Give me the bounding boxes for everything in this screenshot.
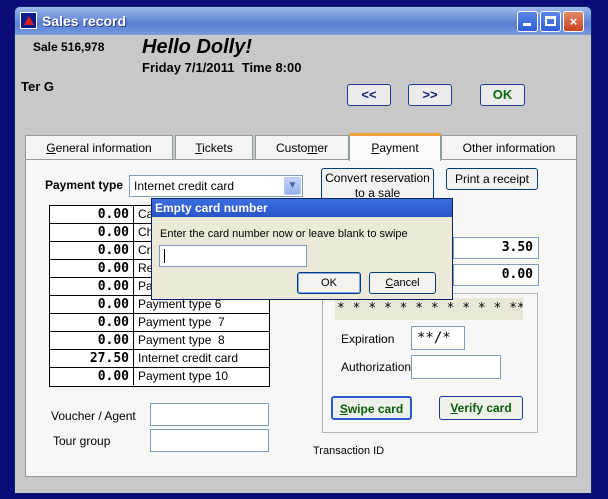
- voucher-agent-input[interactable]: [150, 403, 269, 426]
- tab-customer[interactable]: Customer: [255, 135, 349, 160]
- payment-amount: 27.50: [50, 350, 134, 367]
- next-record-button[interactable]: >>: [408, 84, 452, 106]
- ok-button[interactable]: OK: [480, 84, 525, 106]
- tab-accelerator: m: [307, 141, 318, 155]
- tab-label-post: ayment: [379, 141, 419, 155]
- dialog-ok-button[interactable]: OK: [297, 272, 361, 294]
- masked-card-number: * * * * * * * * * * * *****: [335, 298, 523, 320]
- verify-label: erify card: [457, 401, 512, 415]
- payment-amount: 0.00: [50, 206, 134, 223]
- empty-card-number-dialog: Empty card number Enter the card number …: [151, 198, 453, 300]
- expiration-label: Expiration: [341, 332, 395, 346]
- convert-label-line-1: Convert reservation: [325, 171, 430, 185]
- tab-accelerator: G: [46, 141, 56, 155]
- table-row[interactable]: 0.00 Payment type 8: [50, 332, 269, 350]
- swipe-card-button[interactable]: Swipe card: [331, 396, 412, 420]
- tour-group-input[interactable]: [150, 429, 269, 452]
- print-receipt-button[interactable]: Print a receipt: [446, 168, 538, 190]
- payment-amount: 0.00: [50, 224, 134, 241]
- tab-label-pre: Other information: [462, 141, 556, 155]
- previous-record-button[interactable]: <<: [347, 84, 391, 106]
- payment-amount: 0.00: [50, 314, 134, 331]
- table-row[interactable]: 0.00 Payment type 10: [50, 368, 269, 386]
- payment-amount: 0.00: [50, 242, 134, 259]
- maximize-button[interactable]: [540, 11, 561, 32]
- window-title: Sales record: [42, 13, 127, 29]
- sale-number: Sale 516,978: [33, 40, 105, 54]
- sale-datetime: Friday 7/1/2011 Time 8:00: [142, 60, 302, 75]
- payment-method: Payment type 8: [138, 333, 225, 347]
- table-row[interactable]: 0.00 Payment type 7: [50, 314, 269, 332]
- amount-field-2[interactable]: 0.00: [453, 264, 539, 286]
- sales-record-window: Sales record × Sale 516,978 Hello Dolly!…: [14, 6, 592, 494]
- dialog-message: Enter the card number now or leave blank…: [160, 228, 408, 240]
- app-logo-icon: [20, 12, 37, 29]
- tab-label-post: ickets: [202, 141, 233, 155]
- swipe-accelerator: S: [339, 402, 348, 416]
- title-bar[interactable]: Sales record ×: [15, 7, 591, 35]
- swipe-label: wipe card: [347, 402, 404, 416]
- payment-method: Payment type 10: [138, 369, 229, 383]
- user-name: Ter G: [21, 79, 54, 94]
- payment-type-label: Payment type: [45, 178, 124, 192]
- authorization-label: Authorization: [341, 360, 412, 374]
- cancel-label: ancel: [393, 277, 420, 289]
- minimize-icon: [523, 23, 531, 26]
- payment-type-value: Internet credit card: [134, 179, 235, 193]
- text-caret: [164, 249, 165, 263]
- payment-amount: 0.00: [50, 278, 134, 295]
- card-number-input[interactable]: [159, 245, 307, 267]
- maximize-icon: [545, 16, 556, 26]
- voucher-agent-label: Voucher / Agent: [51, 409, 136, 423]
- transaction-id-label: Transaction ID: [313, 445, 385, 457]
- authorization-input[interactable]: [411, 355, 501, 379]
- payment-type-select[interactable]: Internet credit card ▼: [129, 175, 303, 197]
- tab-label-post: eneral information: [55, 141, 152, 155]
- verify-accelerator: V: [450, 401, 458, 415]
- amount-field-1[interactable]: 3.50: [453, 237, 539, 259]
- dialog-cancel-button[interactable]: Cancel: [369, 272, 436, 294]
- tab-general-information[interactable]: General information: [25, 135, 173, 160]
- minimize-button[interactable]: [517, 11, 538, 32]
- payment-method: Internet credit card: [138, 351, 239, 365]
- tab-strip: General information Tickets Customer Pay…: [25, 133, 577, 161]
- dialog-title[interactable]: Empty card number: [152, 199, 452, 217]
- payment-amount: 0.00: [50, 260, 134, 277]
- tab-other-information[interactable]: Other information: [441, 135, 577, 160]
- expiration-input[interactable]: **/*: [411, 326, 465, 350]
- table-row[interactable]: 27.50 Internet credit card: [50, 350, 269, 368]
- payment-method: Cr: [138, 243, 151, 257]
- tab-payment[interactable]: Payment: [349, 133, 441, 161]
- tab-label-post: er: [317, 141, 329, 155]
- tab-tickets[interactable]: Tickets: [175, 135, 253, 160]
- payment-amount: 0.00: [50, 368, 134, 385]
- chevron-down-icon[interactable]: ▼: [284, 177, 301, 195]
- payment-amount: 0.00: [50, 296, 134, 313]
- close-button[interactable]: ×: [563, 11, 584, 32]
- payment-amount: 0.00: [50, 332, 134, 349]
- tab-label-pre: Custo: [275, 141, 308, 155]
- greeting: Hello Dolly!: [142, 36, 253, 58]
- tour-group-label: Tour group: [53, 434, 111, 448]
- payment-method: Payment type 7: [138, 315, 225, 329]
- verify-card-button[interactable]: Verify card: [439, 396, 523, 420]
